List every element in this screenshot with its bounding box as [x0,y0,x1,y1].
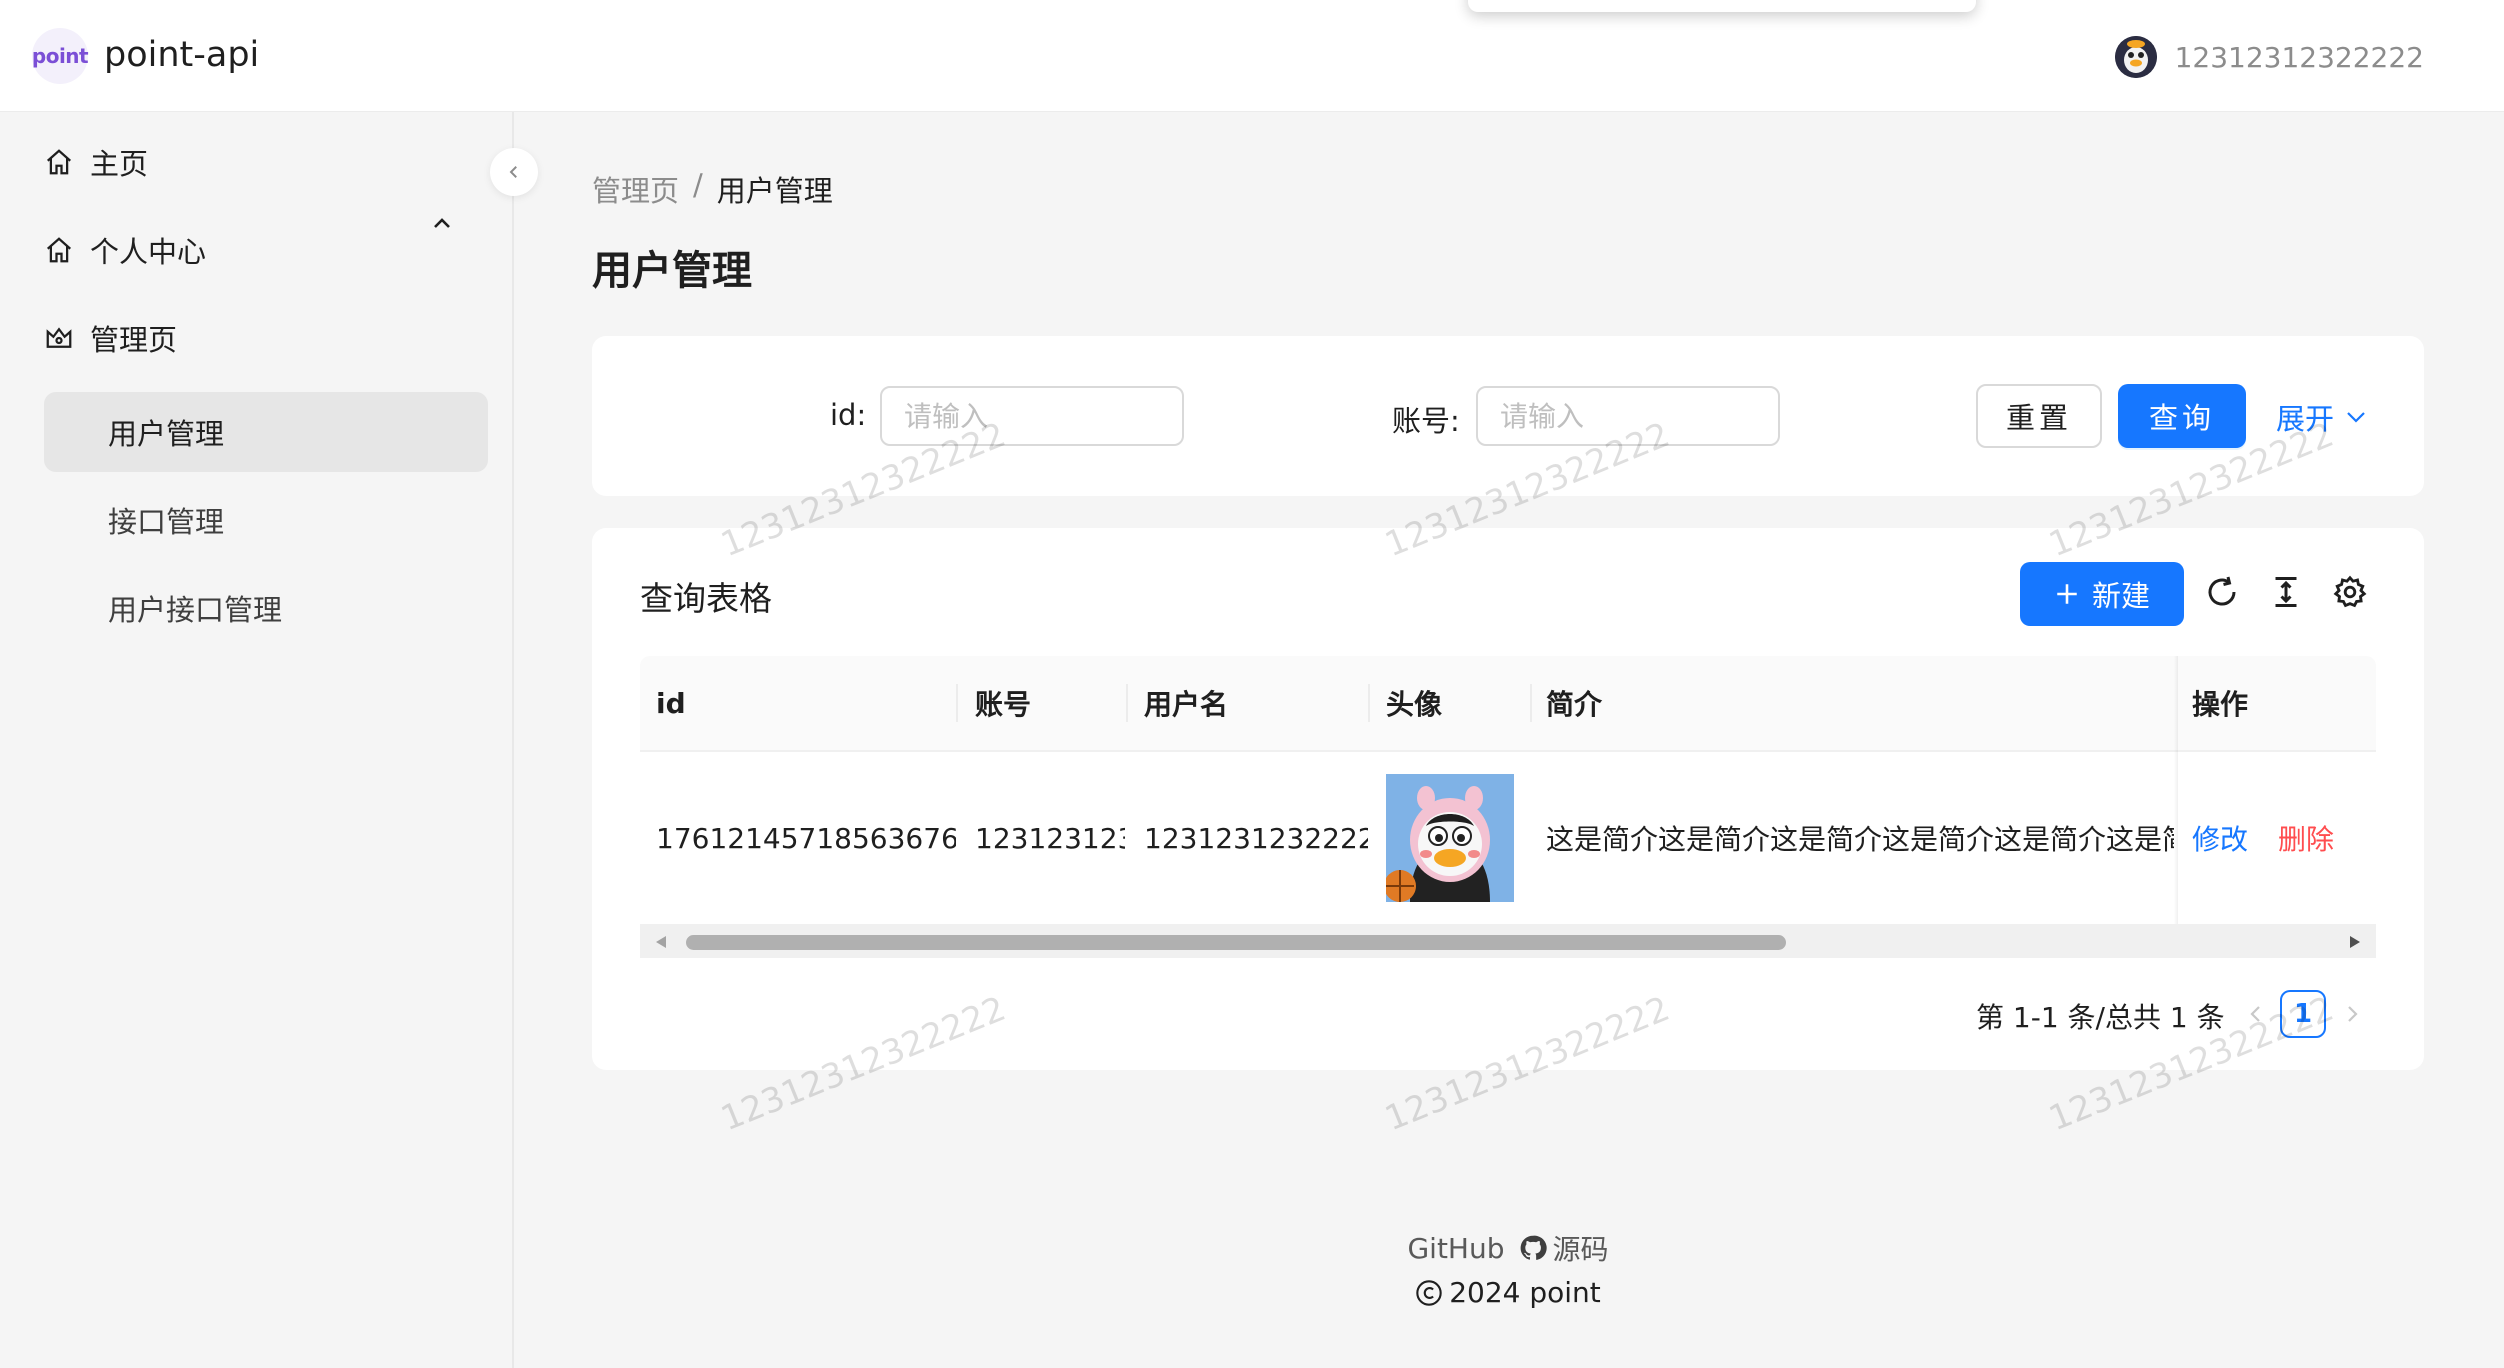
edit-link[interactable]: 修改 [2192,818,2248,858]
breadcrumb-current: 用户管理 [716,174,833,208]
github-icon [1520,1235,1547,1260]
penguin-avatar-icon[interactable] [1386,774,1514,902]
sidebar-item-label: 用户接口管理 [108,593,283,627]
github-link[interactable]: GitHub [1407,1232,1504,1265]
new-button-label: 新建 [2091,579,2150,613]
breadcrumb-separator: / [693,168,703,202]
delete-link[interactable]: 删除 [2278,818,2334,858]
column-divider [1530,684,1532,722]
sidebar-item-admin[interactable]: 管理页 [44,298,177,378]
column-divider [956,684,958,722]
cell-avatar [1386,752,1526,924]
sidebar-item-home[interactable]: 主页 [44,122,148,202]
column-divider [1126,684,1128,722]
sidebar-item-user-interface-management[interactable]: 用户接口管理 [44,568,488,648]
column-divider [1368,684,1370,722]
fixed-column-shadow [2174,656,2178,924]
chevron-left-icon[interactable] [2244,1002,2268,1026]
column-header-username[interactable]: 用户名 [1144,656,1228,750]
breadcrumb: 管理页 / 用户管理 [592,168,833,210]
chevron-up-icon[interactable] [430,212,454,236]
cell-username: 12312312322222 [1144,821,1368,855]
id-label: id: [830,398,867,432]
cell-actions: 修改 删除 [2192,752,2372,924]
table-row: 1761214571856367618 123123123 1231231232… [640,752,2376,926]
sidebar-collapse-button[interactable] [490,148,538,196]
settings-icon[interactable] [2332,574,2368,610]
username[interactable]: 12312312322222 [2175,41,2424,74]
pagination-summary: 第 1-1 条/总共 1 条 [1976,1001,2225,1034]
table-title: 查询表格 [640,579,772,618]
popover [1468,0,1976,12]
sidebar-item-user-management[interactable]: 用户管理 [44,392,488,472]
column-header-actions: 操作 [2192,688,2249,721]
sidebar-item-label: 管理页 [90,323,178,357]
home-icon [47,237,71,263]
home-icon [47,149,71,175]
scroll-right-icon[interactable] [2348,935,2362,949]
column-header-id[interactable]: id [656,656,686,750]
chevron-down-icon [2347,412,2365,423]
logo-text: point [31,44,89,68]
crown-icon [46,327,72,348]
id-search-input[interactable] [880,386,1184,446]
breadcrumb-parent[interactable]: 管理页 [592,168,679,210]
column-height-icon[interactable] [2268,574,2304,610]
column-header-bio[interactable]: 简介 [1546,656,1602,750]
cell-bio: 这是简介这是简介这是简介这是简介这是简介这是简介 [1546,823,2174,856]
expand-toggle[interactable]: 展开 [2276,396,2368,438]
app-title[interactable]: point-api [104,30,259,80]
table-header: id 账号 用户名 头像 简介 操作 [640,656,2376,752]
expand-label: 展开 [2276,402,2335,436]
copyright-text: 2024 point [1449,1276,1601,1309]
new-button[interactable]: 新建 [2020,562,2184,626]
column-header-avatar[interactable]: 头像 [1386,656,1442,750]
penguin-avatar-icon[interactable] [2114,36,2157,78]
source-link[interactable]: 源码 [1519,1228,1609,1268]
page-title: 用户管理 [592,248,752,294]
horizontal-scrollbar[interactable] [640,926,2376,958]
sidebar-item-label: 用户管理 [108,417,225,451]
reload-icon[interactable] [2204,574,2240,610]
sidebar-item-profile[interactable]: 个人中心 [44,210,206,290]
footer-links: GitHub 源码 [512,1228,2504,1268]
account-search-input[interactable] [1476,386,1780,446]
column-header-account[interactable]: 账号 [975,656,1031,750]
sidebar-item-interface-management[interactable]: 接口管理 [44,480,488,560]
logo[interactable]: point [31,28,89,84]
source-label: 源码 [1552,1233,1609,1266]
query-button[interactable]: 查询 [2118,384,2246,448]
cell-account: 123123123 [975,821,1125,855]
sidebar-item-label: 主页 [90,147,149,181]
user-menu[interactable]: 12312312322222 [2114,36,2424,78]
plus-icon [2057,584,2077,604]
sidebar-item-label: 个人中心 [90,235,207,269]
scroll-left-icon[interactable] [654,935,668,949]
account-label: 账号: [1392,404,1460,438]
cell-id: 1761214571856367618 [656,821,956,855]
chevron-left-icon [509,166,517,178]
scrollbar-thumb[interactable] [686,935,1786,950]
reset-button[interactable]: 重置 [1976,384,2102,448]
copyright-icon [1416,1279,1442,1306]
sidebar-item-label: 接口管理 [108,505,225,539]
page-number-button[interactable]: 1 [2280,990,2326,1038]
top-header: point point-api 12312312322222 [0,0,2504,112]
chevron-right-icon[interactable] [2340,1002,2364,1026]
footer-copyright: 2024 point [512,1276,2504,1309]
